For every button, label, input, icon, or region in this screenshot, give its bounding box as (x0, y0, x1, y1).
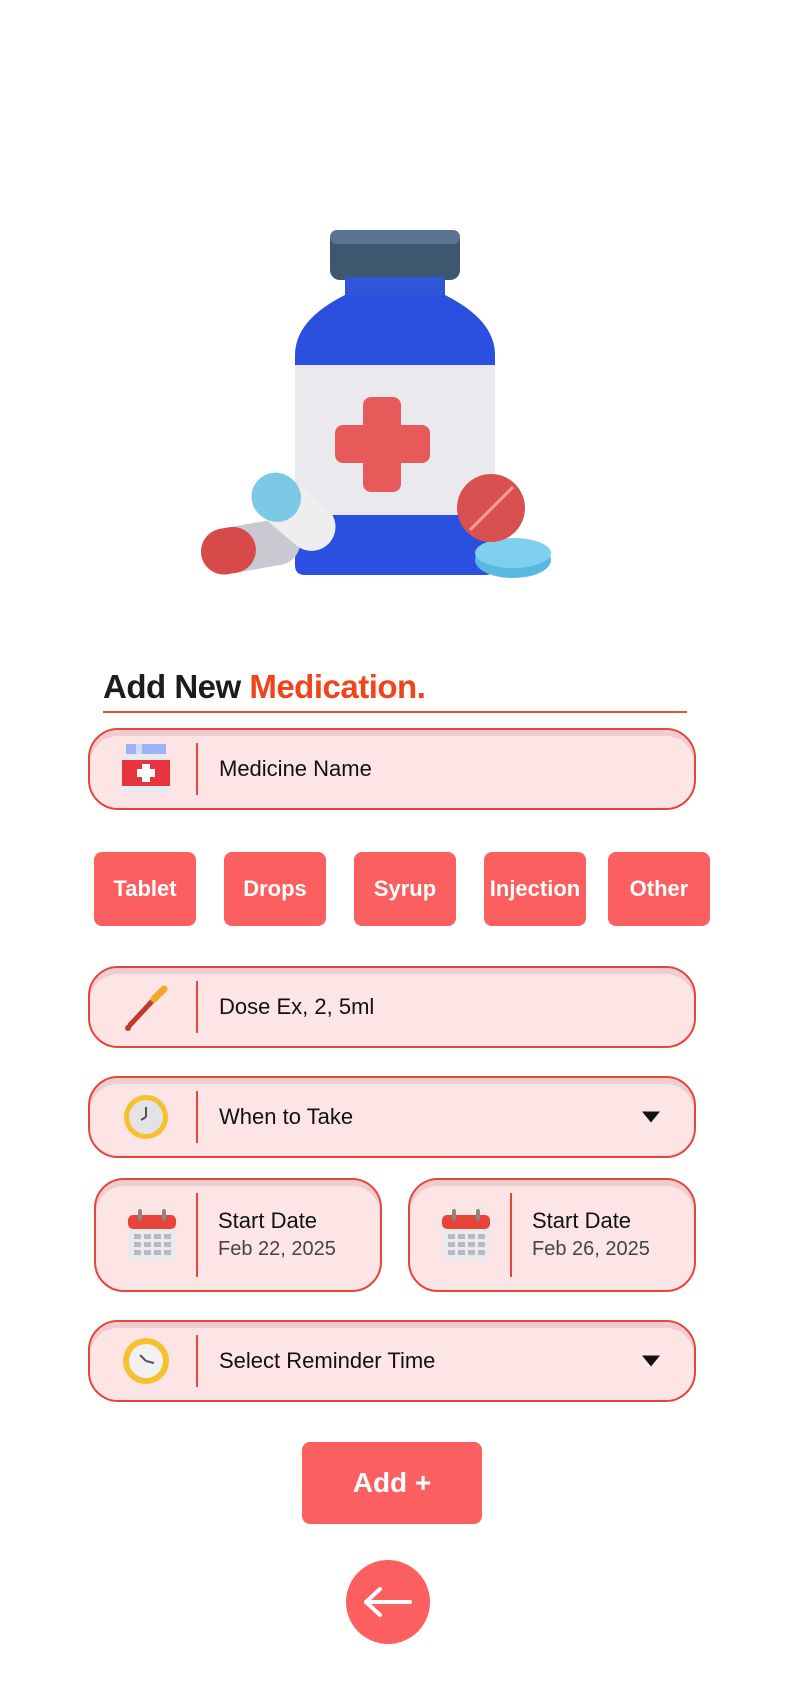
page-title: Add New Medication. (103, 668, 426, 706)
medicine-name-placeholder: Medicine Name (219, 756, 372, 781)
arrow-left-icon (364, 1587, 412, 1617)
end-date-label: Start Date (532, 1208, 632, 1233)
alarm-clock-icon (118, 1333, 174, 1389)
field-separator (196, 1335, 198, 1387)
end-date-picker[interactable]: Start Date Feb 26, 2025 (408, 1178, 696, 1292)
field-separator (510, 1193, 512, 1277)
back-button[interactable] (346, 1560, 430, 1644)
chevron-down-icon (642, 1111, 660, 1123)
type-chip-drops[interactable]: Drops (224, 852, 326, 926)
start-date-picker[interactable]: Start Date Feb 22, 2025 (94, 1178, 382, 1292)
type-chip-syrup[interactable]: Syrup (354, 852, 456, 926)
field-separator (196, 1091, 198, 1143)
title-underline (103, 711, 687, 713)
end-date-value: Feb 26, 2025 (532, 1238, 650, 1260)
field-separator (196, 981, 198, 1033)
reminder-time-dropdown[interactable]: Select Reminder Time (88, 1320, 696, 1402)
chevron-down-icon (642, 1355, 660, 1367)
calendar-icon (124, 1207, 180, 1263)
medicine-box-icon (118, 741, 174, 797)
type-chip-tablet[interactable]: Tablet (94, 852, 196, 926)
field-separator (196, 743, 198, 795)
dose-field[interactable]: Dose Ex, 2, 5ml (88, 966, 696, 1048)
field-separator (196, 1193, 198, 1277)
calendar-icon (438, 1207, 494, 1263)
type-chip-injection[interactable]: Injection (484, 852, 586, 926)
dropper-icon (118, 979, 174, 1035)
medicine-bottle-illustration (195, 225, 575, 595)
title-main: Add New (103, 668, 241, 705)
start-date-value: Feb 22, 2025 (218, 1238, 336, 1260)
title-accent: Medication (249, 668, 417, 705)
dose-placeholder: Dose Ex, 2, 5ml (219, 994, 375, 1019)
clock-icon (118, 1089, 174, 1145)
title-dot: . (416, 668, 426, 705)
medicine-name-field[interactable]: Medicine Name (88, 728, 696, 810)
when-to-take-label: When to Take (219, 1104, 354, 1129)
add-button[interactable]: Add + (302, 1442, 482, 1524)
reminder-label: Select Reminder Time (219, 1348, 436, 1373)
type-chip-other[interactable]: Other (608, 852, 710, 926)
when-to-take-dropdown[interactable]: When to Take (88, 1076, 696, 1158)
start-date-label: Start Date (218, 1208, 318, 1233)
